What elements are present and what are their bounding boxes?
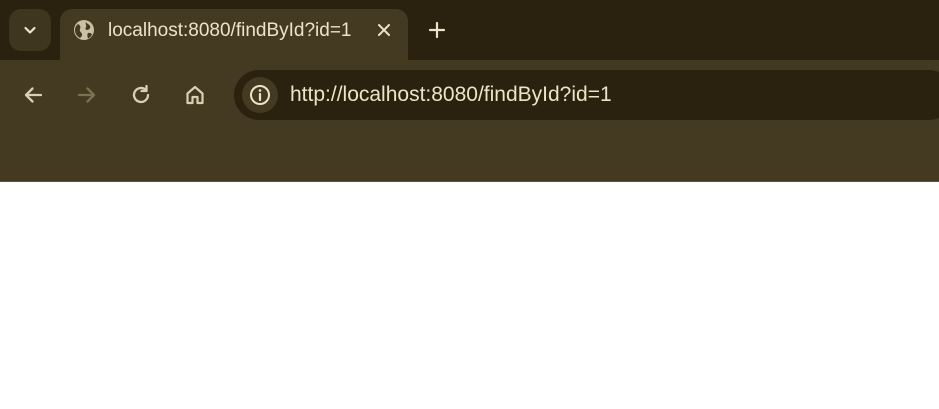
tab-strip: localhost:8080/findById?id=1 [0,0,939,69]
new-tab-button[interactable] [424,17,450,43]
home-button[interactable] [180,80,210,110]
arrow-right-icon [75,83,99,107]
reload-button[interactable] [126,80,156,110]
plus-icon [427,20,447,40]
address-bar[interactable]: http://localhost:8080/findById?id=1 [234,70,939,120]
home-icon [183,83,207,107]
arrow-left-icon [21,83,45,107]
chevron-down-icon [22,22,38,38]
site-info-button[interactable] [242,77,278,113]
tab-title: localhost:8080/findById?id=1 [108,20,352,41]
tab-active[interactable]: localhost:8080/findById?id=1 [48,9,420,69]
back-button[interactable] [18,80,48,110]
page-content [0,182,939,409]
reload-icon [129,83,153,107]
forward-button[interactable] [72,80,102,110]
url-text[interactable]: http://localhost:8080/findById?id=1 [290,82,612,108]
tab-search-button[interactable] [9,9,51,51]
info-icon [248,83,272,107]
globe-icon [73,19,95,41]
close-icon[interactable] [374,20,394,40]
